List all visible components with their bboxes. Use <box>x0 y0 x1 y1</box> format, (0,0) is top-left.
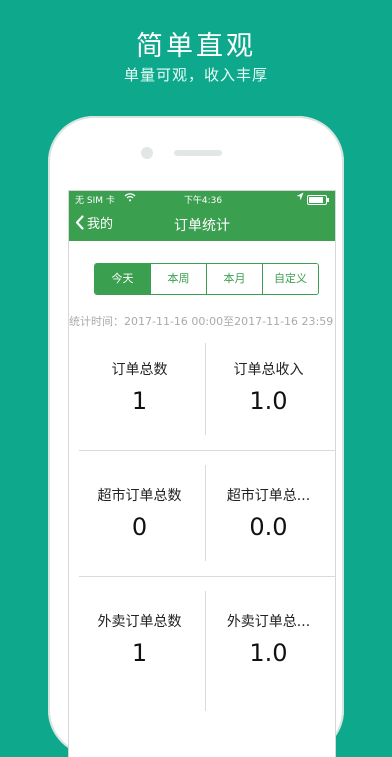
content-area: 今天 本周 本月 自定义 统计时间：2017-11-16 00:00至2017-… <box>69 241 335 757</box>
stat-supermarket-revenue: 超市订单总... 0.0 <box>202 437 335 561</box>
stat-value: 0.0 <box>249 513 288 541</box>
period-segmented-control: 今天 本周 本月 自定义 <box>94 263 319 295</box>
stat-supermarket-orders: 超市订单总数 0 <box>73 437 206 561</box>
stat-value: 1.0 <box>249 639 288 667</box>
tab-custom[interactable]: 自定义 <box>262 264 318 294</box>
location-arrow-icon <box>296 192 304 204</box>
stat-total-revenue: 订单总收入 1.0 <box>202 311 335 435</box>
hero-title: 简单直观 <box>136 31 256 62</box>
tab-today[interactable]: 今天 <box>95 264 150 294</box>
stat-label: 外卖订单总数 <box>97 614 182 630</box>
stat-takeout-revenue: 外卖订单总... 1.0 <box>202 563 335 687</box>
camera-icon <box>141 147 153 159</box>
battery-icon <box>307 195 329 205</box>
battery-fill <box>309 197 323 203</box>
stat-value: 1 <box>131 639 148 667</box>
wifi-icon <box>124 192 136 205</box>
page-title: 订单统计 <box>174 218 230 234</box>
top-bar: 无 SIM 卡 下午4:36 我的 订单统计 <box>69 191 335 241</box>
status-time: 下午4:36 <box>183 196 223 206</box>
speaker-grille <box>174 150 222 156</box>
battery-tip <box>327 198 329 202</box>
stat-label: 超市订单总数 <box>97 488 182 504</box>
stat-label: 订单总数 <box>111 362 168 378</box>
stat-value: 0 <box>131 513 148 541</box>
tab-month[interactable]: 本月 <box>206 264 262 294</box>
stat-label: 超市订单总... <box>226 488 311 504</box>
stat-label: 订单总收入 <box>233 362 304 378</box>
stat-takeout-orders: 外卖订单总数 1 <box>73 563 206 687</box>
carrier-label: 无 SIM 卡 <box>75 196 115 206</box>
hero-subtitle: 单量可观，收入丰厚 <box>123 66 268 84</box>
stat-value: 1.0 <box>249 387 288 415</box>
stat-value: 1 <box>131 387 148 415</box>
status-bar: 无 SIM 卡 下午4:36 <box>69 191 335 207</box>
phone-frame: 无 SIM 卡 下午4:36 我的 订单统计 今天 本周 本月 自定义 统计时间… <box>48 116 344 757</box>
app-screen: 无 SIM 卡 下午4:36 我的 订单统计 今天 本周 本月 自定义 统计时间… <box>68 190 336 757</box>
nav-bar: 我的 订单统计 <box>69 207 335 241</box>
stat-total-orders: 订单总数 1 <box>73 311 206 435</box>
tab-week[interactable]: 本周 <box>150 264 206 294</box>
stat-label: 外卖订单总... <box>226 614 311 630</box>
